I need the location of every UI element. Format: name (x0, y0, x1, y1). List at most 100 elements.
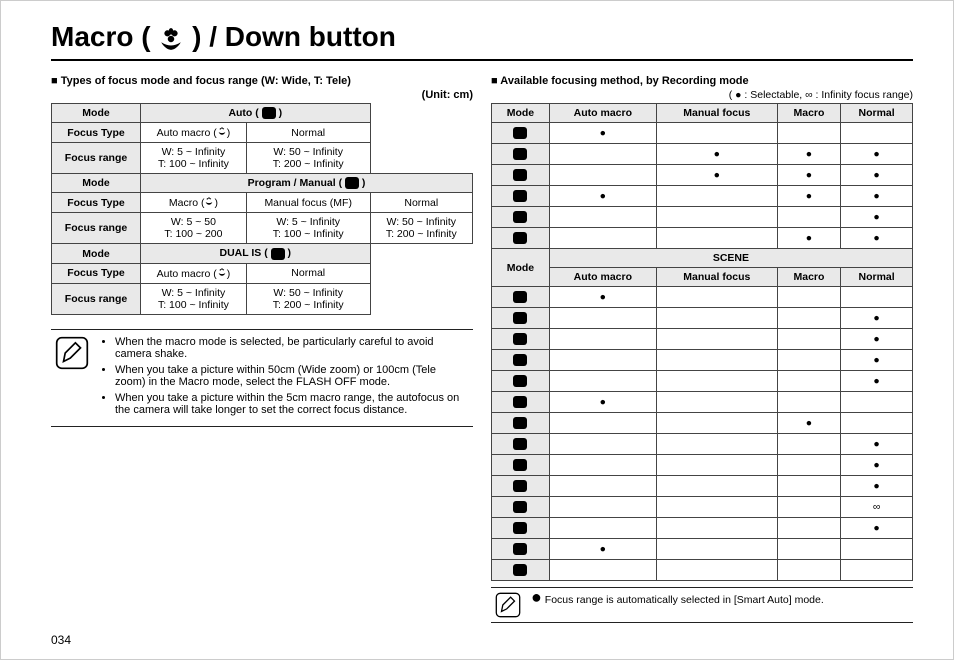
mode-icon (513, 564, 527, 576)
cell-auto-macro (549, 350, 656, 371)
cell-normal: ● (841, 518, 913, 539)
mode-icon-cell (492, 186, 550, 207)
mode-icon (513, 501, 527, 513)
cell-macro (777, 123, 840, 144)
mode-icon (513, 396, 527, 408)
cell-manual-focus (656, 350, 777, 371)
two-column-layout: ■ Types of focus mode and focus range (W… (51, 71, 913, 623)
focus-range-cell: W: 5 ~ InfinityT: 100 ~ Infinity (141, 143, 247, 174)
mode-icon (513, 127, 527, 139)
focus-range-cell: W: 50 ~ InfinityT: 200 ~ Infinity (246, 143, 370, 174)
cell-auto-macro (549, 518, 656, 539)
mode-icon-cell (492, 287, 550, 308)
mode-icon (513, 438, 527, 450)
cell-auto-macro (549, 144, 656, 165)
cell-manual-focus (656, 207, 777, 228)
tip-item: When the macro mode is selected, be part… (115, 336, 469, 360)
mode-icon-cell (492, 144, 550, 165)
cell-normal: ● (841, 207, 913, 228)
cell-normal: ● (841, 350, 913, 371)
cell-auto-macro (549, 560, 656, 581)
page-title: Macro ( ) / Down button (51, 21, 913, 61)
cell-auto-macro (549, 455, 656, 476)
mode-icon (513, 417, 527, 429)
cell-auto-macro (549, 497, 656, 518)
cell-normal: ● (841, 371, 913, 392)
mode-icon (513, 543, 527, 555)
mode-icon (513, 459, 527, 471)
col-macro: Macro (777, 268, 840, 287)
cell-normal: ● (841, 455, 913, 476)
cell-macro (777, 371, 840, 392)
focus-range-cell: W: 5 ~ InfinityT: 100 ~ Infinity (246, 213, 370, 244)
cell-auto-macro: ● (549, 287, 656, 308)
cell-manual-focus (656, 497, 777, 518)
cell-auto-macro (549, 413, 656, 434)
focus-type-label: Focus Type (52, 263, 141, 283)
cell-auto-macro: ● (549, 186, 656, 207)
cell-auto-macro (549, 371, 656, 392)
manual-page: Macro ( ) / Down button ■ Types of focus… (0, 0, 954, 660)
cell-macro: ● (777, 165, 840, 186)
cell-normal: ● (841, 476, 913, 497)
cell-normal: ● (841, 144, 913, 165)
cell-manual-focus: ● (656, 165, 777, 186)
cell-macro: ● (777, 186, 840, 207)
cell-auto-macro (549, 434, 656, 455)
cell-manual-focus (656, 476, 777, 497)
cell-normal (841, 392, 913, 413)
focus-range-table: Mode Auto ( )Focus TypeAuto macro ()Norm… (51, 103, 473, 315)
title-pre: Macro ( (51, 21, 151, 52)
cell-macro: ● (777, 413, 840, 434)
mode-icon-cell (492, 308, 550, 329)
cell-macro (777, 497, 840, 518)
scene-header: SCENE (549, 249, 912, 268)
focus-range-cell: W: 5 ~ 50T: 100 ~ 200 (141, 213, 247, 244)
mode-icon (513, 354, 527, 366)
mode-icon-cell (492, 434, 550, 455)
mode-icon-cell (492, 350, 550, 371)
mode-icon-cell (492, 392, 550, 413)
col-manual-focus: Manual focus (656, 104, 777, 123)
mode-name: Auto ( ) (141, 104, 371, 123)
bullet-dot-icon: ● (531, 592, 542, 602)
cell-macro: ● (777, 228, 840, 249)
tips-list: When the macro mode is selected, be part… (99, 336, 469, 420)
cell-manual-focus (656, 123, 777, 144)
focus-type-cell: Normal (370, 193, 472, 213)
cell-manual-focus (656, 308, 777, 329)
cell-manual-focus (656, 539, 777, 560)
cell-auto-macro (549, 329, 656, 350)
cell-normal: ● (841, 329, 913, 350)
col-mode: Mode (492, 104, 550, 123)
mode-icon-cell (492, 371, 550, 392)
macro-flower-icon (217, 267, 227, 277)
page-number: 034 (51, 633, 71, 647)
focus-type-label: Focus Type (52, 193, 141, 213)
mode-icon (513, 480, 527, 492)
focus-range-label: Focus range (52, 283, 141, 314)
mode-icon-cell (492, 165, 550, 186)
mode-icon-cell (492, 476, 550, 497)
col-normal: Normal (841, 268, 913, 287)
mode-icon-cell (492, 497, 550, 518)
cell-normal: ∞ (841, 497, 913, 518)
mode-icon (513, 190, 527, 202)
mode-icon (513, 375, 527, 387)
cell-macro (777, 560, 840, 581)
focus-range-label: Focus range (52, 143, 141, 174)
macro-flower-icon (158, 26, 184, 52)
mode-icon (513, 169, 527, 181)
mode-icon-cell (492, 329, 550, 350)
focus-range-cell: W: 5 ~ InfinityT: 100 ~ Infinity (141, 283, 247, 314)
cell-macro (777, 434, 840, 455)
col-normal: Normal (841, 104, 913, 123)
cell-macro (777, 329, 840, 350)
mode-icon (513, 291, 527, 303)
mode-icon-cell (492, 207, 550, 228)
cell-manual-focus (656, 434, 777, 455)
legend-text: ( ● : Selectable, ∞ : Infinity focus ran… (491, 89, 913, 101)
mode-icon (513, 522, 527, 534)
note-pencil-icon (55, 336, 89, 370)
cell-normal (841, 287, 913, 308)
